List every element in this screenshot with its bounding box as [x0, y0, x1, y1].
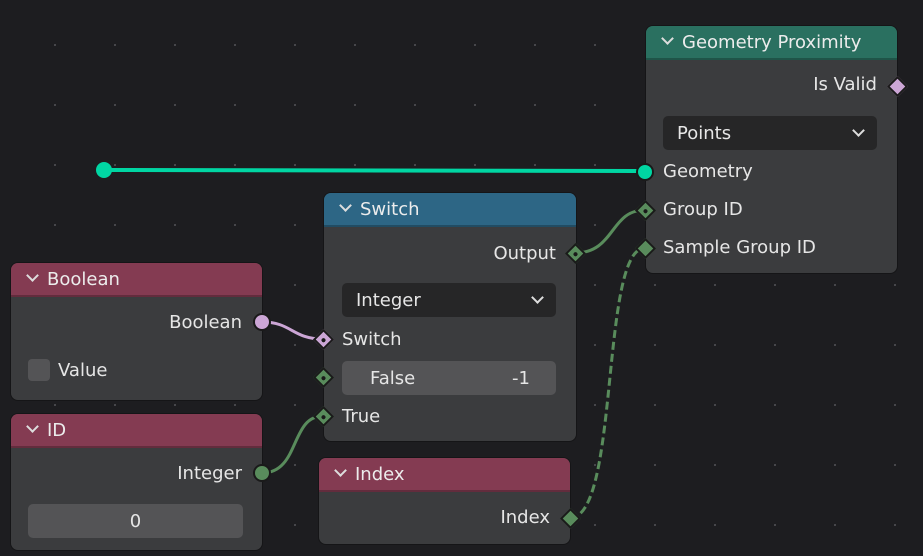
collapse-chevron-icon[interactable] — [662, 34, 672, 44]
id-value-field[interactable]: 0 — [28, 504, 243, 538]
collapse-chevron-icon[interactable] — [27, 271, 37, 281]
input-sample-group-id-label: Sample Group ID — [663, 237, 816, 258]
input-true-label: True — [342, 406, 381, 427]
socket-geometry[interactable] — [636, 163, 654, 181]
input-group-id-label: Group ID — [663, 199, 743, 220]
input-switch-label: Switch — [342, 329, 402, 350]
node-header[interactable]: ID — [11, 414, 262, 448]
input-geometry-label: Geometry — [663, 161, 753, 182]
chevron-down-icon — [531, 291, 544, 304]
output-index-label: Index — [500, 507, 550, 528]
node-title: Index — [355, 463, 405, 485]
output-is-valid-label: Is Valid — [813, 74, 877, 95]
chevron-down-icon — [852, 124, 865, 137]
node-id[interactable]: ID Integer 0 — [11, 414, 262, 550]
node-geometry-proximity[interactable]: Geometry Proximity Is Valid Points Geome… — [646, 26, 897, 273]
value-checkbox[interactable] — [28, 359, 50, 381]
type-dropdown[interactable]: Integer — [342, 283, 556, 317]
collapse-chevron-icon[interactable] — [335, 466, 345, 476]
value-label: Value — [58, 360, 108, 381]
node-header[interactable]: Switch — [324, 193, 576, 227]
false-value-field[interactable]: False -1 — [342, 361, 556, 395]
socket-integer-output[interactable] — [253, 464, 271, 482]
collapse-chevron-icon[interactable] — [27, 422, 37, 432]
node-title: Boolean — [47, 268, 120, 290]
id-value: 0 — [129, 510, 142, 532]
output-integer-label: Integer — [177, 463, 242, 484]
false-label: False — [370, 367, 416, 389]
output-label: Output — [493, 243, 556, 264]
node-header[interactable]: Boolean — [11, 263, 262, 297]
node-header[interactable]: Index — [319, 458, 570, 492]
node-index[interactable]: Index Index — [319, 458, 570, 544]
node-title: Switch — [360, 198, 420, 220]
node-switch[interactable]: Switch Output Integer Switch False -1 Tr… — [324, 193, 576, 441]
node-header[interactable]: Geometry Proximity — [646, 26, 897, 60]
mode-dropdown-value: Points — [677, 122, 732, 144]
collapse-chevron-icon[interactable] — [340, 201, 350, 211]
socket-boolean-output[interactable] — [253, 313, 271, 331]
node-title: ID — [47, 419, 67, 441]
node-boolean[interactable]: Boolean Boolean Value — [11, 263, 262, 400]
false-value: -1 — [512, 367, 530, 389]
mode-dropdown[interactable]: Points — [663, 116, 877, 150]
type-dropdown-value: Integer — [356, 289, 421, 311]
node-title: Geometry Proximity — [682, 31, 862, 53]
output-boolean-label: Boolean — [169, 312, 242, 333]
